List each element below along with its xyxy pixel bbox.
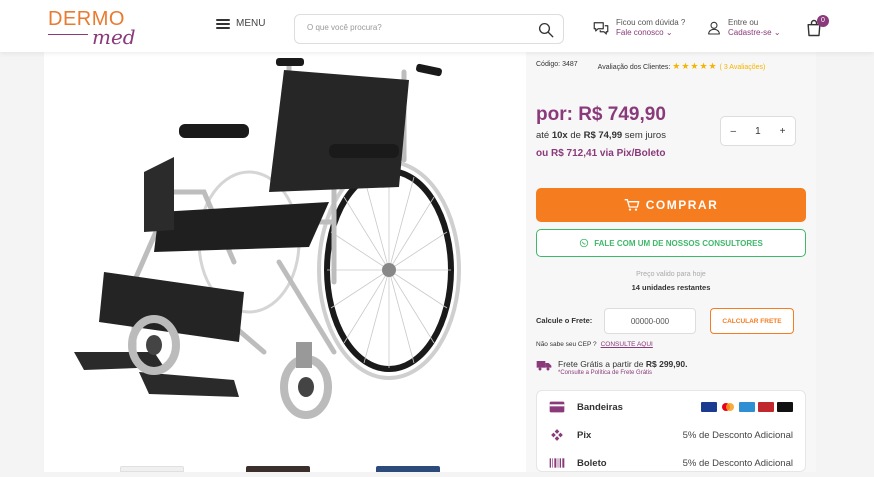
amex-icon — [739, 402, 755, 412]
product-code: Código: 3487 — [536, 61, 578, 68]
purchase-panel: Código: 3487 Avaliação dos Clientes: ★★★… — [526, 52, 816, 472]
payment-label: Boleto — [577, 457, 607, 469]
payment-discount: 5% de Desconto Adicional — [682, 457, 793, 469]
free-shipping-note[interactable]: *Consulte a Política de Frete Grátis — [558, 370, 687, 376]
logo-divider — [48, 34, 88, 35]
menu-label: MENU — [236, 18, 266, 29]
shipping-label: Calcule o Frete: — [536, 316, 593, 325]
site-header: DERMO med MENU Ficou com dúvida ? Fale c… — [0, 0, 874, 52]
payment-row-cards: Bandeiras — [537, 393, 805, 421]
payment-label: Bandeiras — [577, 401, 623, 413]
units-remaining: 14 unidades restantes — [631, 283, 711, 292]
calculate-shipping-button[interactable]: CALCULAR FRETE — [710, 308, 794, 334]
thumbnail-2[interactable] — [246, 466, 310, 472]
rating-stars: ★★★★★ — [672, 61, 718, 71]
help-line1: Ficou com dúvida ? — [616, 18, 686, 27]
price-valid-note: Preço valido para hoje — [636, 271, 706, 278]
elo-icon — [777, 402, 793, 412]
thumbnail-strip — [44, 462, 526, 472]
help-contact[interactable]: Ficou com dúvida ? Fale conosco ⌄ — [592, 18, 685, 38]
payment-row-pix: Pix 5% de Desconto Adicional — [537, 421, 805, 449]
card-brands — [701, 402, 793, 412]
help-line2: Fale conosco — [616, 28, 664, 37]
account-menu[interactable]: Entre ou Cadastre-se ⌄ — [706, 18, 781, 38]
consult-label: FALE COM UM DE NOSSOS CONSULTORES — [594, 238, 763, 248]
hamburger-icon — [216, 18, 230, 29]
free-shipping-info: Frete Grátis a partir de R$ 299,90. *Con… — [536, 359, 687, 376]
menu-button[interactable]: MENU — [216, 18, 265, 29]
no-cep-text: Não sabe seu CEP ? CONSULTE AQUI — [536, 341, 653, 348]
user-icon — [708, 21, 720, 35]
product-price: por: R$ 749,90 — [536, 104, 666, 125]
reviews-count[interactable]: ( 3 Avaliações) — [720, 64, 766, 71]
whatsapp-icon — [580, 238, 589, 248]
consult-cep-link[interactable]: CONSULTE AQUI — [601, 341, 653, 348]
product-image-panel — [44, 52, 526, 472]
reviews-label: Avaliação dos Clientes: — [597, 64, 671, 71]
account-line2: Cadastre-se — [728, 28, 772, 37]
quantity-stepper: – 1 + — [720, 116, 796, 146]
cart-button[interactable]: 0 — [804, 15, 829, 40]
installments-text: até 10x de R$ 74,99 sem juros — [536, 130, 666, 141]
logo[interactable]: DERMO med — [48, 8, 138, 49]
hipercard-icon — [758, 402, 774, 412]
pix-icon — [551, 429, 563, 441]
qty-increment-button[interactable]: + — [780, 126, 786, 137]
cart-count-badge: 0 — [817, 15, 829, 27]
payment-methods: Bandeiras Pix 5% de Desconto Adicional B… — [536, 390, 806, 472]
truck-icon — [536, 361, 552, 371]
search-input[interactable] — [307, 23, 527, 32]
credit-card-icon — [549, 401, 565, 413]
buy-label: COMPRAR — [645, 198, 719, 212]
account-line1: Entre ou — [728, 18, 759, 27]
product-meta: Código: 3487 Avaliação dos Clientes: ★★★… — [536, 61, 806, 72]
thumbnail-1[interactable] — [120, 466, 184, 472]
search-box — [294, 14, 564, 44]
search-icon[interactable] — [537, 21, 555, 39]
thumbnail-3[interactable] — [376, 466, 440, 472]
chat-icon — [593, 22, 609, 35]
qty-decrement-button[interactable]: – — [731, 126, 737, 137]
qty-value[interactable]: 1 — [755, 126, 761, 137]
cart-icon — [624, 199, 640, 211]
barcode-icon — [549, 458, 565, 468]
mastercard-icon — [720, 402, 736, 412]
logo-bottom-text: med — [92, 25, 136, 49]
payment-discount: 5% de Desconto Adicional — [682, 429, 793, 441]
whatsapp-consult-button[interactable]: FALE COM UM DE NOSSOS CONSULTORES — [536, 229, 806, 257]
product-image-wheelchair[interactable] — [44, 52, 526, 462]
cep-input[interactable] — [604, 308, 696, 334]
chevron-down-icon: ⌄ — [773, 28, 781, 37]
chevron-down-icon: ⌄ — [665, 28, 673, 37]
buy-button[interactable]: COMPRAR — [536, 188, 806, 222]
payment-row-boleto: Boleto 5% de Desconto Adicional — [537, 449, 805, 477]
pix-price: ou R$ 712,41 via Pix/Boleto — [536, 148, 666, 159]
visa-icon — [701, 402, 717, 412]
payment-label: Pix — [577, 429, 592, 441]
